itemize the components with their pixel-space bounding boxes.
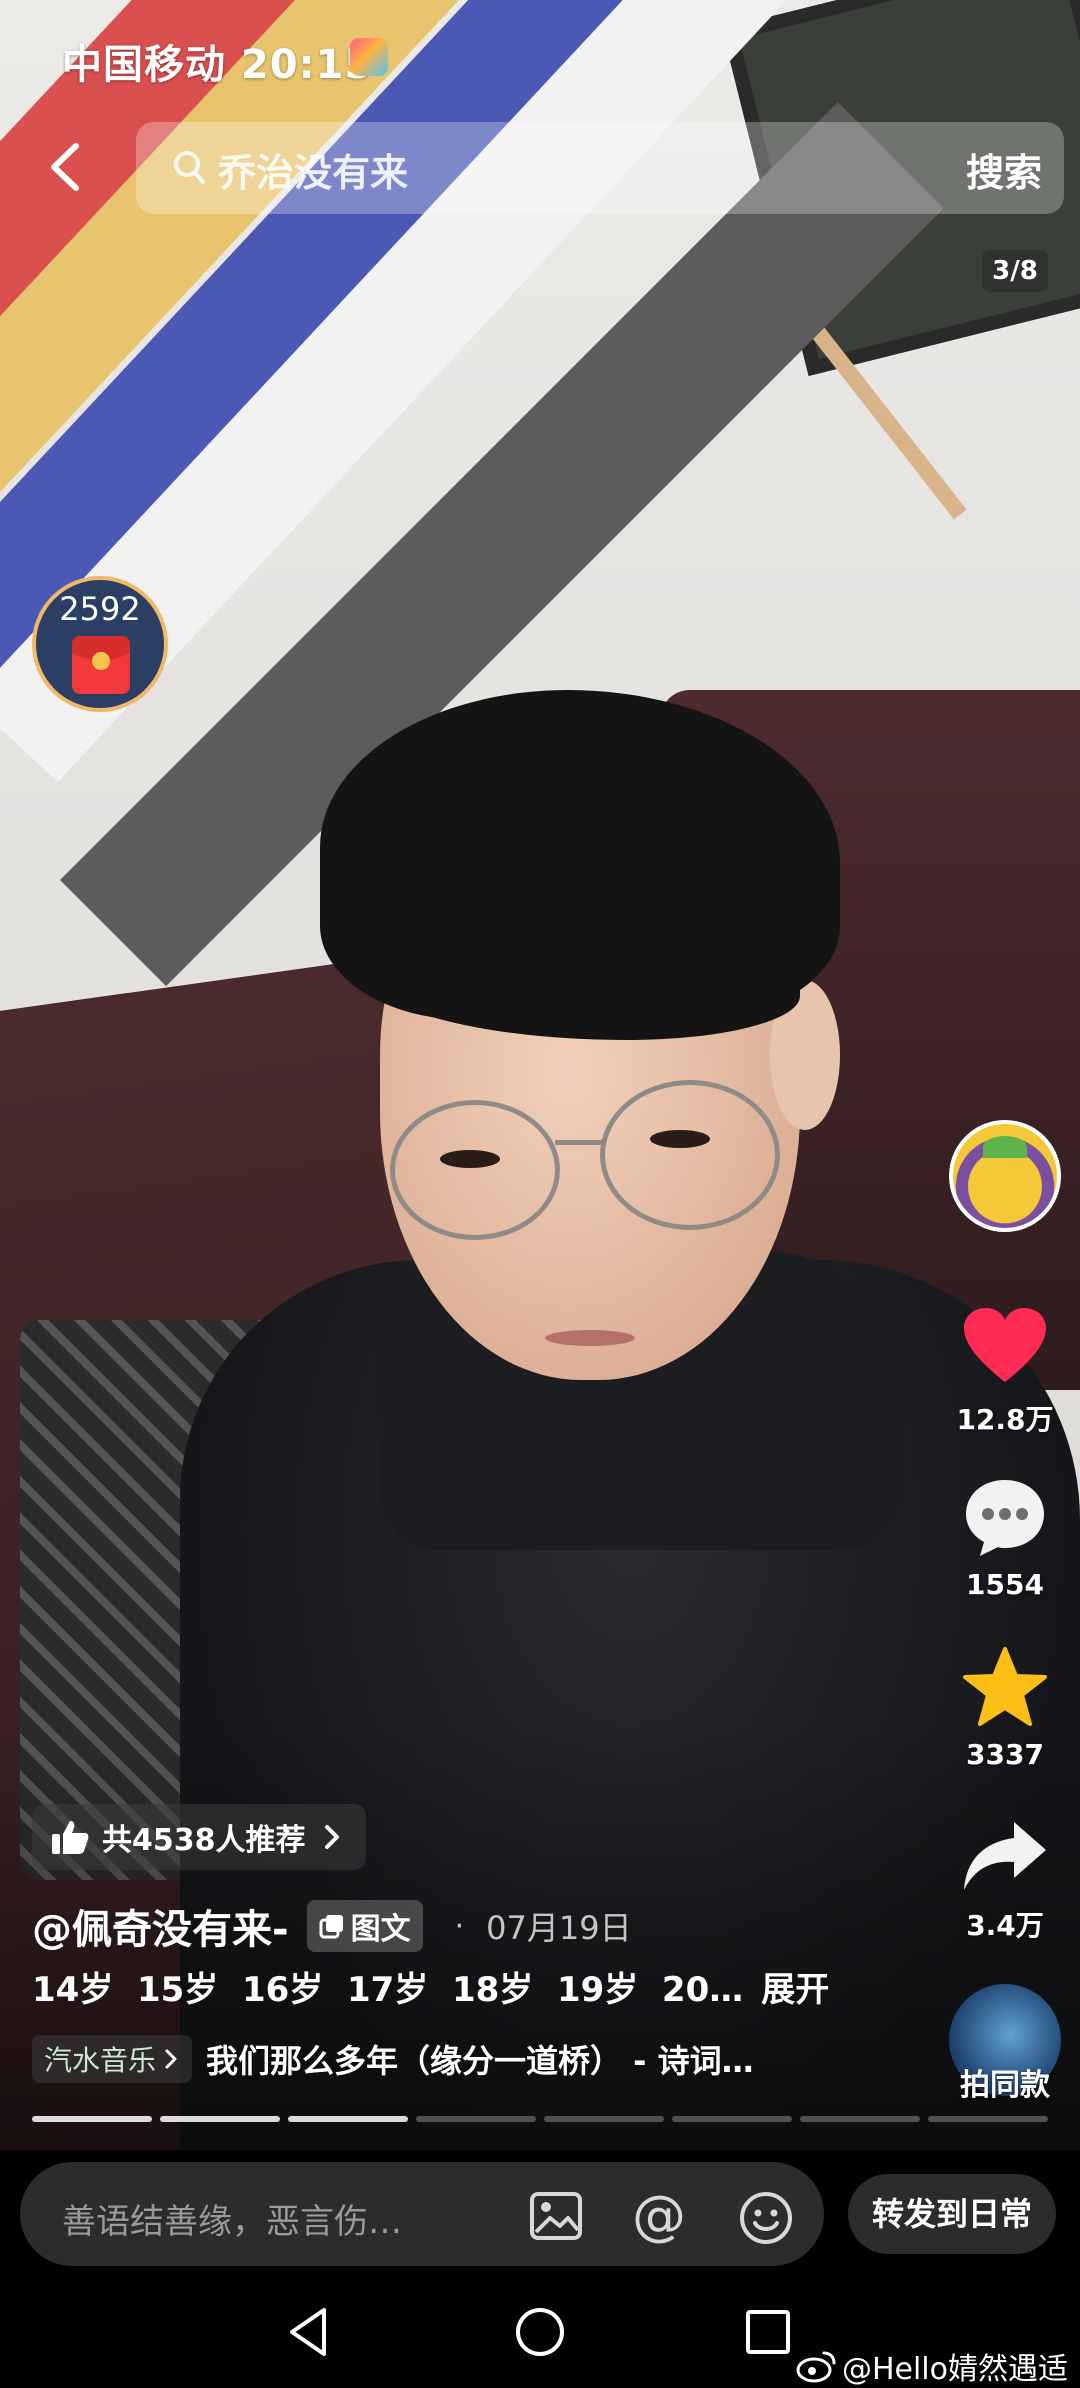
- date-separator: ·: [454, 1908, 465, 1944]
- chevron-right-icon: [324, 1825, 339, 1849]
- nav-home-icon[interactable]: [510, 2302, 570, 2362]
- music-tag-label: 汽水音乐: [44, 2044, 157, 2077]
- red-packet-count: 2592: [59, 590, 141, 628]
- heart-icon: [964, 1308, 1046, 1382]
- comment-bar: 善语结善缘，恶言伤… @ 转发到日常: [0, 2150, 1080, 2276]
- author-row: @佩奇没有来- 图文 · 07月19日: [32, 1896, 632, 1956]
- navigation-bar: @Hello婧然遇适: [0, 2276, 1080, 2388]
- image-stack-icon: [319, 1915, 343, 1939]
- repost-to-daily-button[interactable]: 转发到日常: [848, 2174, 1056, 2254]
- chevron-left-icon: [51, 143, 79, 191]
- status-bar: 中国移动 20:15: [0, 0, 1080, 110]
- progress-segment: [160, 2116, 280, 2122]
- glasses-bridge: [555, 1140, 605, 1145]
- thumbs-up-icon: [52, 1821, 89, 1854]
- like-button[interactable]: [930, 1306, 1080, 1390]
- image-text-badge: 图文: [306, 1900, 423, 1952]
- music-source-tag[interactable]: 汽水音乐: [32, 2035, 193, 2083]
- badge-label: 图文: [350, 1912, 411, 1947]
- carrier-time: 中国移动 20:15: [62, 42, 374, 88]
- caption-text: 14岁 15岁 16岁 17岁 18岁 19岁 20…: [32, 1970, 744, 2010]
- watermark-text: @Hello婧然遇适: [841, 2352, 1068, 2387]
- music-title: 我们那么多年（缘分一道桥） - 诗词…: [206, 2042, 754, 2080]
- progress-segment: [416, 2116, 536, 2122]
- progress-segment: [928, 2116, 1048, 2122]
- post-date: 07月19日: [486, 1909, 632, 1947]
- share-button[interactable]: [930, 1818, 1080, 1898]
- red-envelope-icon: [72, 636, 130, 694]
- author-name[interactable]: @佩奇没有来-: [32, 1897, 289, 1955]
- caption-row: 14岁 15岁 16岁 17岁 18岁 19岁 20… 展开: [32, 1962, 829, 2018]
- mention-at-button[interactable]: @: [632, 2184, 686, 2247]
- progress-segment: [32, 2116, 152, 2122]
- chevron-right-icon: [165, 2049, 177, 2069]
- image-picker-icon[interactable]: [528, 2190, 584, 2242]
- star-icon: [963, 1647, 1047, 1726]
- like-count: 12.8万: [956, 1403, 1054, 1436]
- mouth: [545, 1330, 635, 1346]
- comment-icon: [966, 1480, 1044, 1556]
- glasses-left-lens: [390, 1100, 560, 1240]
- emoji-icon[interactable]: [738, 2190, 794, 2246]
- comment-count: 1554: [966, 1568, 1044, 1601]
- expand-link[interactable]: 展开: [761, 1970, 829, 2010]
- red-packet-widget[interactable]: 2592: [32, 576, 168, 712]
- right-eye: [650, 1130, 710, 1148]
- progress-segment: [544, 2116, 664, 2122]
- phone-screen: 中国移动 20:15 乔治没有来 搜索 3/8 2592 12.8万 1554 …: [0, 0, 1080, 2388]
- search-query: 乔治没有来: [218, 151, 409, 195]
- weibo-watermark: @Hello婧然遇适: [796, 2344, 1068, 2388]
- search-input[interactable]: 乔治没有来 搜索: [136, 122, 1064, 214]
- share-arrow-icon: [964, 1822, 1046, 1890]
- progress-segment: [672, 2116, 792, 2122]
- recommend-label: 共4538人推荐: [102, 1823, 306, 1858]
- progress-segment: [800, 2116, 920, 2122]
- image-page-indicator: 3/8: [982, 250, 1048, 292]
- same-style-label: 拍同款: [960, 2068, 1050, 2103]
- search-icon: [174, 151, 205, 184]
- image-progress-bar: [32, 2116, 1048, 2124]
- favorite-count: 3337: [966, 1738, 1044, 1771]
- favorite-button[interactable]: [930, 1646, 1080, 1732]
- author-avatar-button[interactable]: [930, 1120, 1080, 1232]
- nav-back-icon[interactable]: [280, 2302, 340, 2362]
- avatar: [949, 1120, 1061, 1232]
- nav-recents-icon[interactable]: [738, 2302, 798, 2362]
- comment-input[interactable]: 善语结善缘，恶言伤… @: [20, 2162, 824, 2266]
- comment-placeholder: 善语结善缘，恶言伤…: [62, 2202, 402, 2242]
- glasses-right-lens: [600, 1080, 780, 1230]
- progress-segment: [288, 2116, 408, 2122]
- weibo-logo-icon: [796, 2351, 836, 2383]
- recommend-pill[interactable]: 共4538人推荐: [32, 1804, 366, 1870]
- left-eye: [440, 1150, 500, 1168]
- share-count: 3.4万: [966, 1909, 1044, 1942]
- back-button[interactable]: [36, 132, 100, 202]
- music-row[interactable]: 汽水音乐 我们那么多年（缘分一道桥） - 诗词…: [32, 2032, 754, 2086]
- comment-button[interactable]: [930, 1476, 1080, 1562]
- notification-app-icon: [350, 38, 388, 76]
- search-button[interactable]: 搜索: [966, 142, 1042, 197]
